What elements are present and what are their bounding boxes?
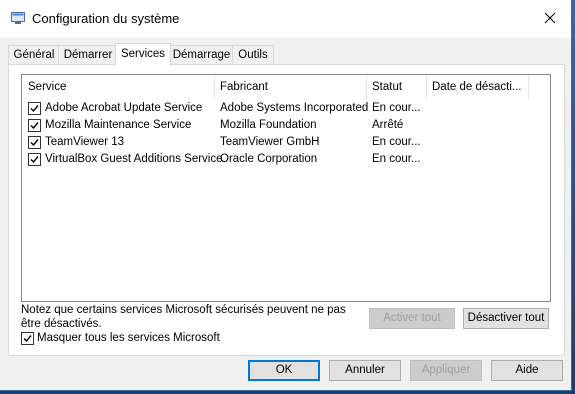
hide-microsoft-services-checkbox[interactable] [21, 332, 34, 345]
service-status: Arrêté [372, 119, 404, 131]
title-bar[interactable]: Configuration du système [0, 0, 571, 38]
service-row[interactable]: VirtualBox Guest Additions Service Oracl… [22, 151, 548, 168]
disable-all-button[interactable]: Désactiver tout [463, 308, 549, 329]
service-manufacturer: Mozilla Foundation [220, 119, 317, 131]
service-manufacturer: Adobe Systems Incorporated [220, 102, 369, 114]
tab-general[interactable]: Général [8, 45, 60, 65]
tab-services[interactable]: Services [115, 43, 171, 66]
close-button[interactable] [531, 0, 571, 36]
column-header-status[interactable]: Statut [366, 75, 426, 99]
services-list[interactable]: Service Fabricant Statut Date de désacti… [21, 74, 551, 302]
service-name: Adobe Acrobat Update Service [45, 102, 203, 114]
service-name: VirtualBox Guest Additions Service [45, 153, 223, 165]
cancel-button[interactable]: Annuler [329, 360, 401, 381]
column-separator[interactable] [528, 75, 529, 99]
column-header-service[interactable]: Service [22, 75, 214, 99]
service-checkbox[interactable] [28, 119, 41, 132]
service-name: Mozilla Maintenance Service [45, 119, 192, 131]
column-header-disabled-date[interactable]: Date de désacti... [426, 75, 528, 99]
service-checkbox[interactable] [28, 136, 41, 149]
service-status: En cour... [372, 153, 421, 165]
service-row[interactable]: Mozilla Maintenance Service Mozilla Foun… [22, 117, 548, 134]
ok-button[interactable]: OK [248, 360, 320, 381]
service-status: En cour... [372, 102, 421, 114]
help-button[interactable]: Aide [491, 360, 563, 381]
checkmark-icon [30, 105, 39, 113]
hide-microsoft-services-label: Masquer tous les services Microsoft [37, 332, 220, 344]
microsoft-services-notice: Notez que certains services Microsoft sé… [21, 304, 346, 330]
service-row[interactable]: Adobe Acrobat Update Service Adobe Syste… [22, 100, 548, 117]
service-manufacturer: TeamViewer GmbH [220, 136, 320, 148]
checkmark-icon [30, 139, 39, 147]
service-name: TeamViewer 13 [45, 136, 125, 148]
checkmark-icon [23, 335, 32, 343]
tab-strip: Général Démarrer Services Démarrage Outi… [8, 43, 568, 66]
tab-tools[interactable]: Outils [232, 45, 274, 65]
service-row[interactable]: TeamViewer 13 TeamViewer GmbH En cour... [22, 134, 548, 151]
services-tab-panel: Service Fabricant Statut Date de désacti… [8, 64, 565, 356]
service-status: En cour... [372, 136, 421, 148]
checkmark-icon [30, 122, 39, 130]
column-header-manufacturer[interactable]: Fabricant [214, 75, 366, 99]
tab-startup[interactable]: Démarrage [169, 45, 234, 65]
close-icon [544, 12, 556, 24]
service-checkbox[interactable] [28, 153, 41, 166]
apply-button[interactable]: Appliquer [410, 360, 482, 381]
system-configuration-dialog: Configuration du système Général Démarre… [0, 0, 572, 391]
service-checkbox[interactable] [28, 102, 41, 115]
tab-startup-selection[interactable]: Démarrer [58, 45, 118, 65]
checkmark-icon [30, 156, 39, 164]
enable-all-button[interactable]: Activer tout [369, 308, 455, 329]
window-title: Configuration du système [32, 11, 180, 26]
msconfig-app-icon [11, 12, 25, 24]
service-manufacturer: Oracle Corporation [220, 153, 318, 165]
